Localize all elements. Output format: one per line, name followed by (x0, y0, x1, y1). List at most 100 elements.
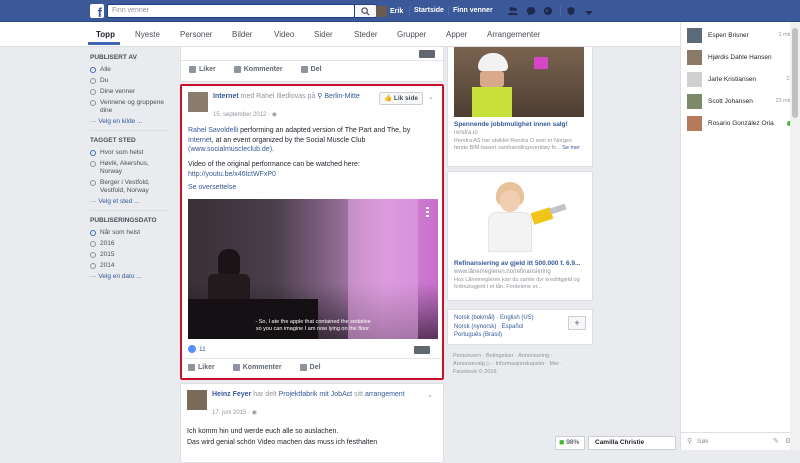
tab-latest[interactable]: Nyeste (135, 30, 160, 39)
facebook-logo[interactable]: f (90, 4, 104, 18)
scrollbar-thumb[interactable] (792, 28, 798, 118)
choose-source-link[interactable]: ··· Velg en kilde ... (90, 118, 170, 125)
shared-page-link[interactable]: Projektfabrik mit JobAct (279, 391, 353, 398)
sponsored-ad[interactable]: Spennende jobbmulighet innen salg! rendr… (447, 47, 593, 167)
divider (90, 210, 170, 211)
share-button[interactable]: Del (299, 364, 321, 371)
search-icon (361, 7, 370, 16)
tab-top[interactable]: Topp (96, 30, 115, 39)
post-date[interactable]: 17. juni 2015 · ◉ (212, 409, 257, 416)
filter-option[interactable]: Vennene og gruppene dine (90, 99, 170, 115)
choose-place-link[interactable]: ··· Velg et sted ... (90, 198, 170, 205)
chevron-down-icon[interactable] (584, 8, 594, 18)
footer-links[interactable]: Personvern · Betingelser · Annonsering ·… (453, 352, 562, 376)
filter-option[interactable]: 2014 (90, 262, 170, 270)
privacy-selector[interactable] (414, 346, 430, 354)
radio-selected (90, 150, 96, 156)
add-language-button[interactable]: + (568, 316, 586, 330)
home-link[interactable]: Startside (414, 5, 444, 17)
chat-tab[interactable]: Camilla Christie (588, 436, 676, 450)
ad-title[interactable]: Refinansiering av gjeld itt 500.000 f. 6… (454, 260, 580, 267)
filter-title-date: PUBLISERINGSDATO (90, 217, 157, 224)
choose-date-link[interactable]: ··· Velg en dato ... (90, 273, 170, 280)
share-button[interactable]: Del (300, 66, 322, 73)
scissors (549, 203, 567, 215)
filter-option[interactable]: Berger i Vestfold, Vestfold, Norway (90, 179, 170, 195)
filter-option[interactable]: Høvik, Akershus, Norway (90, 160, 170, 176)
ad-image[interactable] (454, 47, 584, 117)
messages-icon[interactable] (526, 6, 536, 16)
filter-option[interactable]: Hvor som helst (90, 149, 170, 157)
tab-apps[interactable]: Apper (446, 30, 467, 39)
ad-image[interactable] (454, 178, 584, 256)
globe-notifications-icon[interactable] (543, 6, 553, 16)
mention-link[interactable]: Internet (188, 137, 212, 144)
filter-title-published-by: PUBLISERT AV (90, 54, 137, 61)
tab-photos[interactable]: Bilder (232, 30, 252, 39)
like-page-button[interactable]: 👍 Lik side (379, 92, 423, 105)
tab-places[interactable]: Steder (354, 30, 378, 39)
profile-link[interactable]: Erik (376, 5, 403, 17)
find-friends-link[interactable]: Finn venner (453, 5, 493, 17)
filter-option[interactable]: Du (90, 77, 170, 85)
language-list[interactable]: Norsk (bokmål) · English (US) Norsk (nyn… (454, 314, 534, 340)
ad-title[interactable]: Spennende jobbmulighet innen salg! (454, 121, 568, 128)
tab-videos[interactable]: Video (274, 30, 294, 39)
filter-option[interactable]: 2016 (90, 240, 170, 248)
privacy-selector[interactable] (419, 50, 435, 58)
see-translation-link[interactable]: Se oversettelse (188, 184, 236, 191)
privacy-shortcuts-icon[interactable] (566, 6, 576, 16)
chat-search-input[interactable]: Søk (697, 438, 709, 445)
tab-pages[interactable]: Sider (314, 30, 333, 39)
post-header: Internet med Rahel Illedlovas på ⚲ Berli… (213, 93, 360, 100)
chevron-down-icon[interactable]: ⌄ (428, 93, 434, 101)
ad-domain: www.lånemegleren.no/refinansiering (454, 269, 551, 275)
woman-face (500, 190, 520, 212)
author-link[interactable]: Internet (213, 93, 239, 100)
search-input[interactable]: Finn venner (107, 4, 355, 18)
page-avatar[interactable] (188, 92, 208, 112)
chat-contact[interactable]: Jarle Kristiansen11 (681, 68, 800, 90)
battery-tab[interactable]: ◼ 98% (555, 436, 585, 450)
comment-icon (233, 66, 241, 73)
filter-option[interactable]: 2015 (90, 251, 170, 259)
filter-option[interactable]: Når som helst (90, 229, 170, 237)
scrollbar[interactable] (790, 22, 800, 450)
mention-link[interactable]: Rahel Savoldelli (188, 127, 238, 134)
tab-events[interactable]: Arrangementer (487, 30, 540, 39)
avatar (376, 5, 387, 17)
url-link[interactable]: (www.socialmuscleclub.de) (188, 146, 272, 153)
tab-people[interactable]: Personer (180, 30, 212, 39)
ad-description: Hos Lånemegleren kan du samle dyr kredit… (454, 277, 580, 290)
comment-button[interactable]: Kommenter (232, 364, 282, 371)
user-avatar[interactable] (187, 390, 207, 410)
chat-contact[interactable]: Espen Brisner 1 min (681, 24, 800, 46)
like-button[interactable]: Liker (188, 364, 215, 371)
filter-option[interactable]: Dine venner (90, 88, 170, 96)
filter-option[interactable]: Alle (90, 66, 170, 74)
friend-requests-icon[interactable] (508, 6, 518, 16)
event-link[interactable]: arrangement (365, 391, 405, 398)
globe-icon: ◉ (271, 112, 277, 118)
author-link[interactable]: Heinz Feyer (212, 391, 251, 398)
comment-button[interactable]: Kommenter (233, 66, 283, 73)
reaction-count[interactable]: 11 (188, 345, 206, 353)
chevron-down-icon[interactable]: ⌄ (427, 391, 433, 399)
chat-contact[interactable]: Scott Johansen 23 min (681, 90, 800, 112)
youtube-link[interactable]: http://youtu.be/x46tctWFxP0 (188, 171, 276, 178)
divider (90, 130, 170, 131)
post-date[interactable]: 15. september 2012 · ◉ (213, 111, 277, 118)
video-player[interactable]: - So, I ate the apple that contained the… (188, 199, 438, 339)
tab-groups[interactable]: Grupper (397, 30, 426, 39)
see-more-link[interactable]: Se mer (562, 145, 580, 151)
chat-contact[interactable]: Rosario González Oria (681, 112, 800, 134)
like-reaction-icon (188, 345, 196, 353)
sponsored-ad[interactable]: Refinansiering av gjeld itt 500.000 f. 6… (447, 171, 593, 301)
compose-icon[interactable]: ✎ (773, 437, 779, 445)
filter-sidebar: PUBLISERT AV Alle Du Dine venner Vennene… (90, 54, 170, 284)
video-menu-icon[interactable] (426, 207, 429, 217)
search-button[interactable] (355, 4, 377, 18)
like-button[interactable]: Liker (189, 66, 216, 73)
chat-contact[interactable]: Hjørdis Dahle Hansen (681, 46, 800, 68)
location-link[interactable]: Berlin-Mitte (324, 93, 359, 100)
